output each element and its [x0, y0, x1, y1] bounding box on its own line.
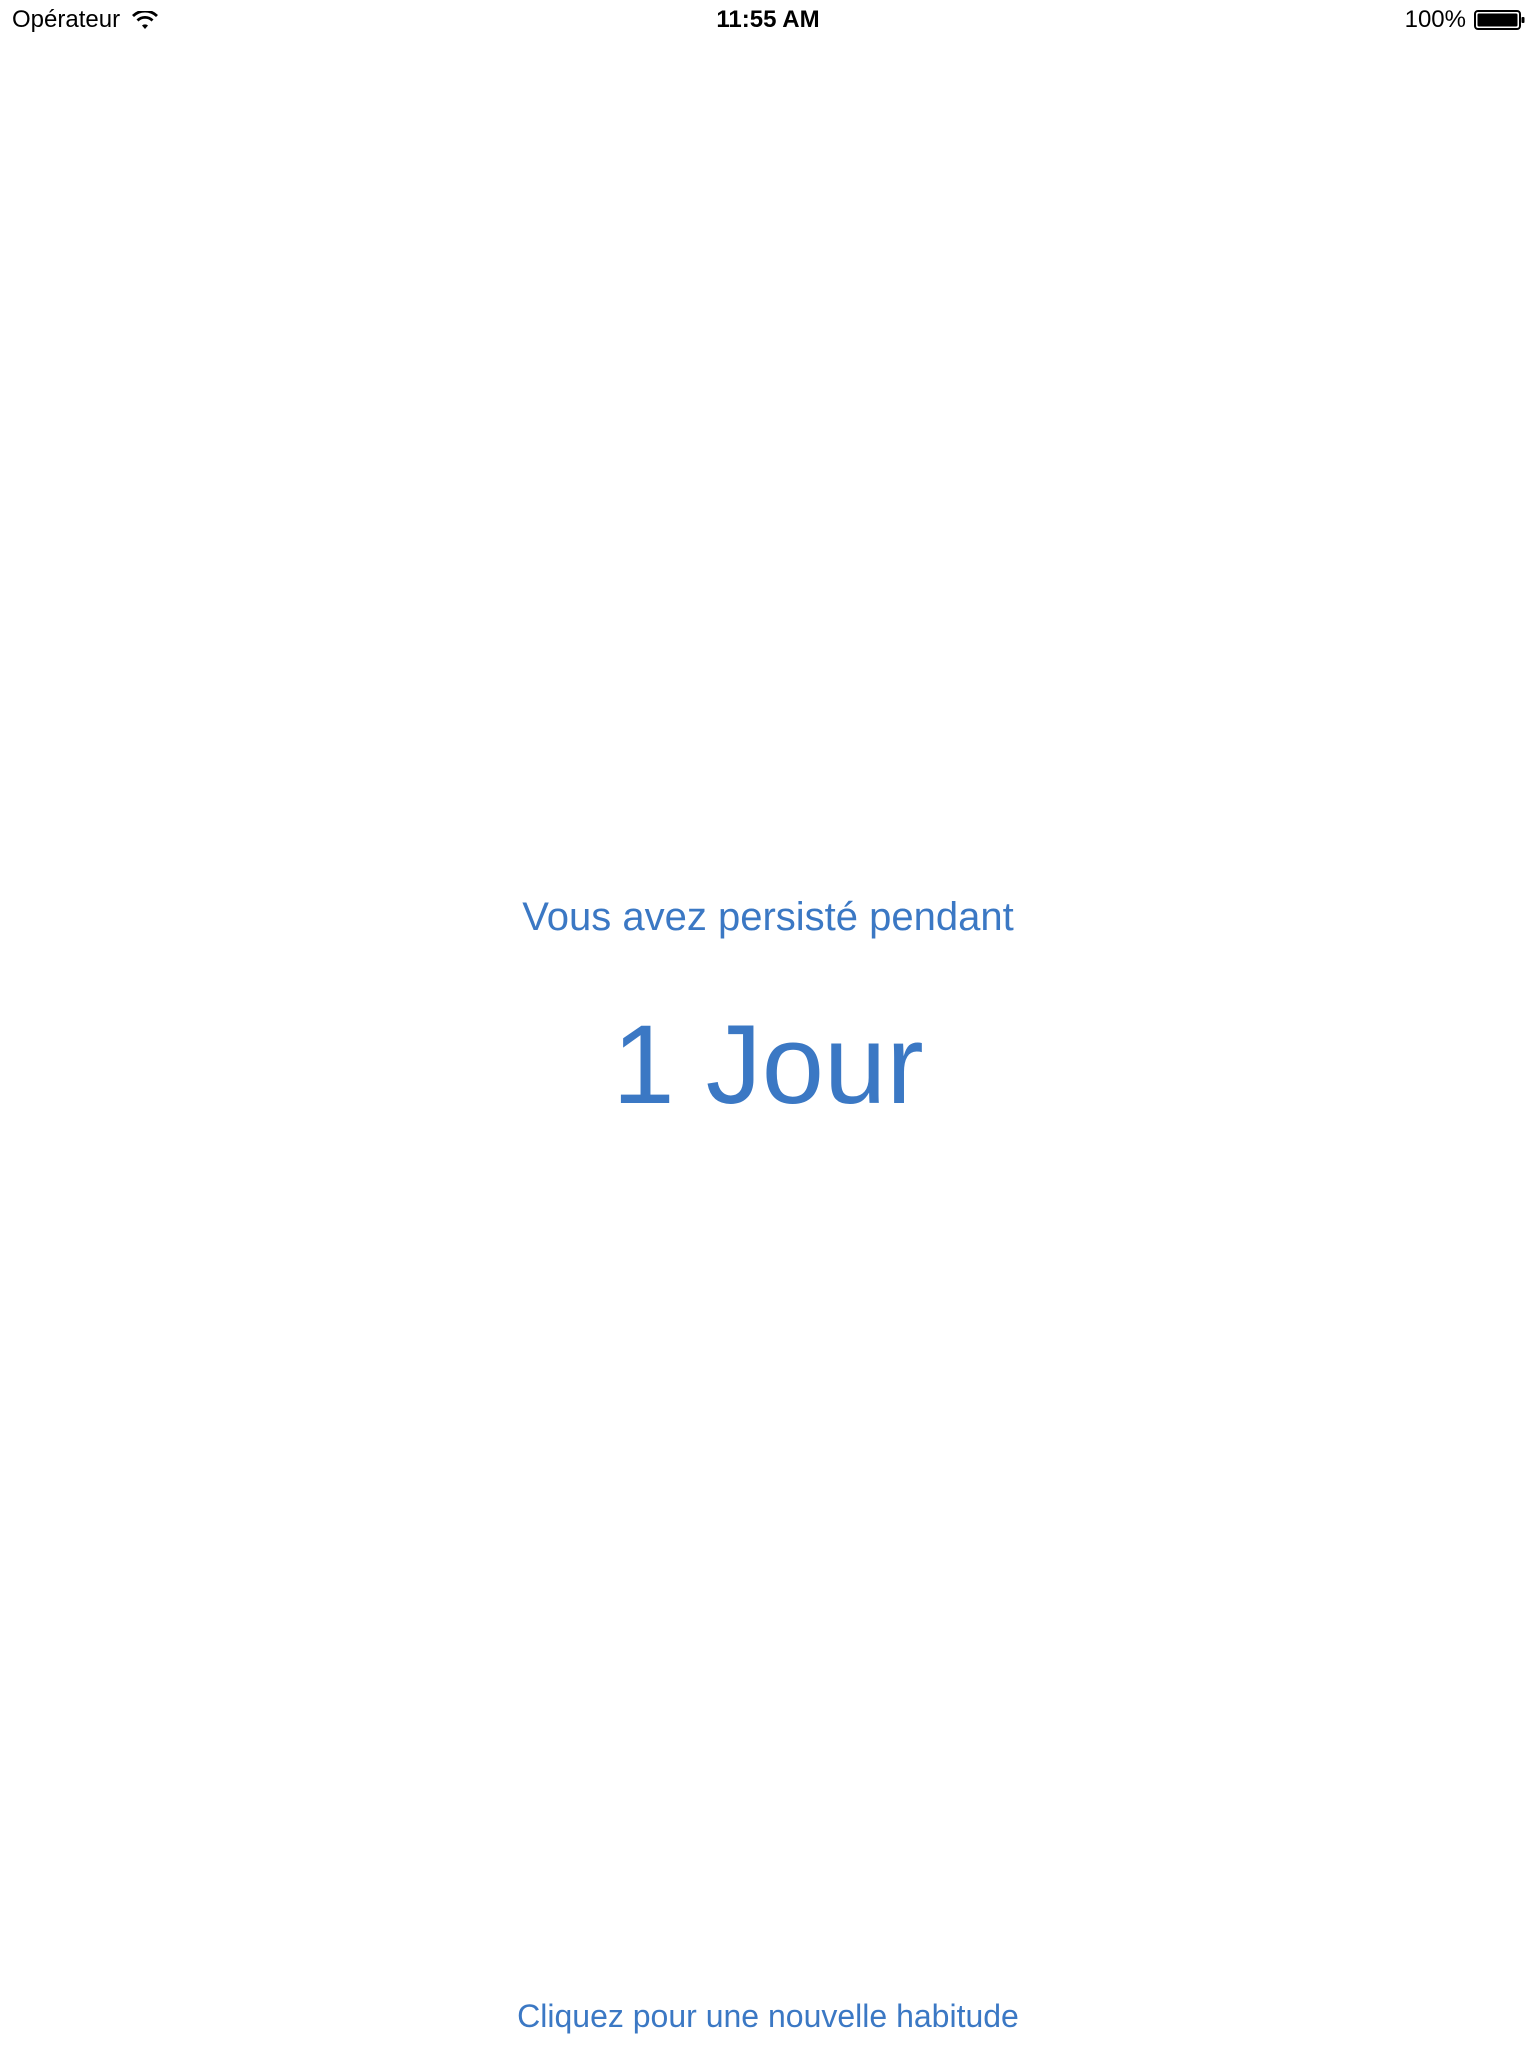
status-right: 100%	[1405, 6, 1526, 34]
persistence-subtitle: Vous avez persisté pendant	[522, 895, 1014, 939]
battery-percent: 100%	[1404, 6, 1466, 33]
battery-fill	[1477, 13, 1518, 27]
battery-icon	[1474, 9, 1526, 31]
new-habit-button[interactable]: Cliquez pour une nouvelle habitude	[0, 1994, 1536, 2038]
status-time: 11:55 AM	[716, 6, 820, 33]
day-counter: 1 Jour	[612, 1002, 924, 1127]
status-bar: Opérateur 11:55 AM 100%	[0, 0, 1536, 40]
status-time-wrap: 11:55 AM	[0, 6, 1536, 34]
